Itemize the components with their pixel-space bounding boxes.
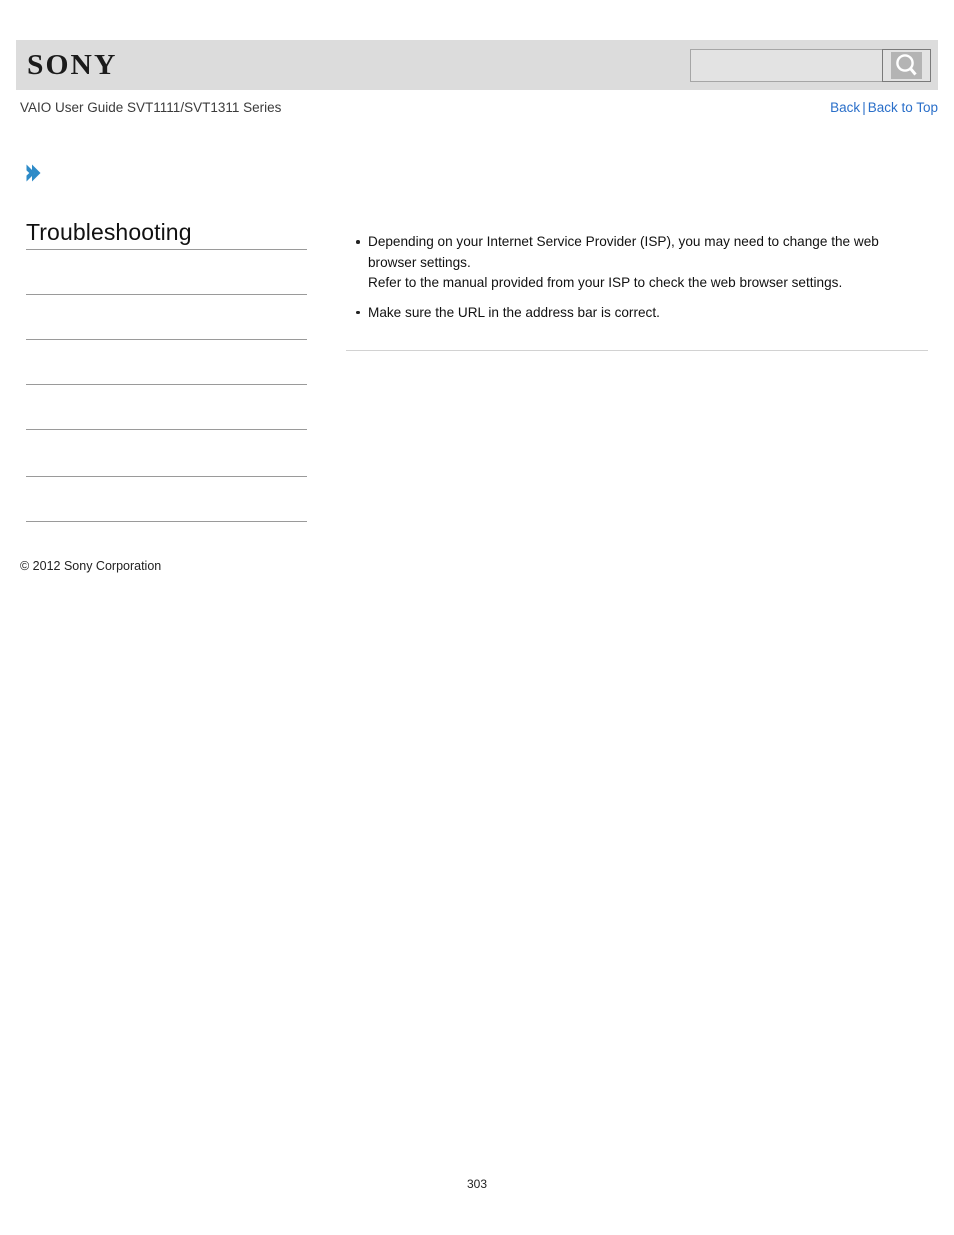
back-to-top-link[interactable]: Back to Top (868, 100, 938, 115)
header-nav-links: Back | Back to Top (830, 100, 938, 115)
copyright-notice: © 2012 Sony Corporation (20, 559, 162, 573)
bullet-line: Depending on your Internet Service Provi… (368, 234, 879, 270)
sidebar-heading-troubleshooting: Troubleshooting (26, 219, 192, 245)
sidebar-item-1[interactable] (26, 249, 307, 294)
search-icon (891, 52, 922, 79)
back-link[interactable]: Back (830, 100, 860, 115)
sidebar: Troubleshooting (26, 218, 307, 522)
search-area (690, 49, 931, 82)
content-divider (346, 350, 928, 351)
list-item: Depending on your Internet Service Provi… (356, 232, 928, 294)
page-title: VAIO User Guide SVT1111/SVT1311 Series (20, 100, 282, 115)
nav-separator: | (862, 100, 866, 115)
list-item: Make sure the URL in the address bar is … (356, 303, 928, 324)
title-row: VAIO User Guide SVT1111/SVT1311 Series B… (16, 100, 938, 122)
search-input[interactable] (690, 49, 882, 82)
troubleshooting-bullet-list: Depending on your Internet Service Provi… (346, 232, 928, 323)
blue-chevron-right-icon (25, 163, 43, 183)
main-content: Depending on your Internet Service Provi… (346, 232, 928, 351)
site-header-bar: SONY (16, 40, 938, 90)
sidebar-item-4[interactable] (26, 384, 307, 429)
sidebar-item-3[interactable] (26, 339, 307, 384)
sidebar-list-end-divider (26, 521, 307, 522)
sidebar-item-5[interactable] (26, 429, 307, 476)
sidebar-nav-list (26, 249, 307, 522)
sidebar-item-6[interactable] (26, 476, 307, 521)
search-button[interactable] (882, 49, 931, 82)
bullet-line: Refer to the manual provided from your I… (368, 275, 843, 290)
page-number: 303 (466, 1177, 488, 1191)
bullet-line: Make sure the URL in the address bar is … (368, 304, 660, 320)
sidebar-item-2[interactable] (26, 294, 307, 339)
sony-logo: SONY (27, 49, 118, 81)
